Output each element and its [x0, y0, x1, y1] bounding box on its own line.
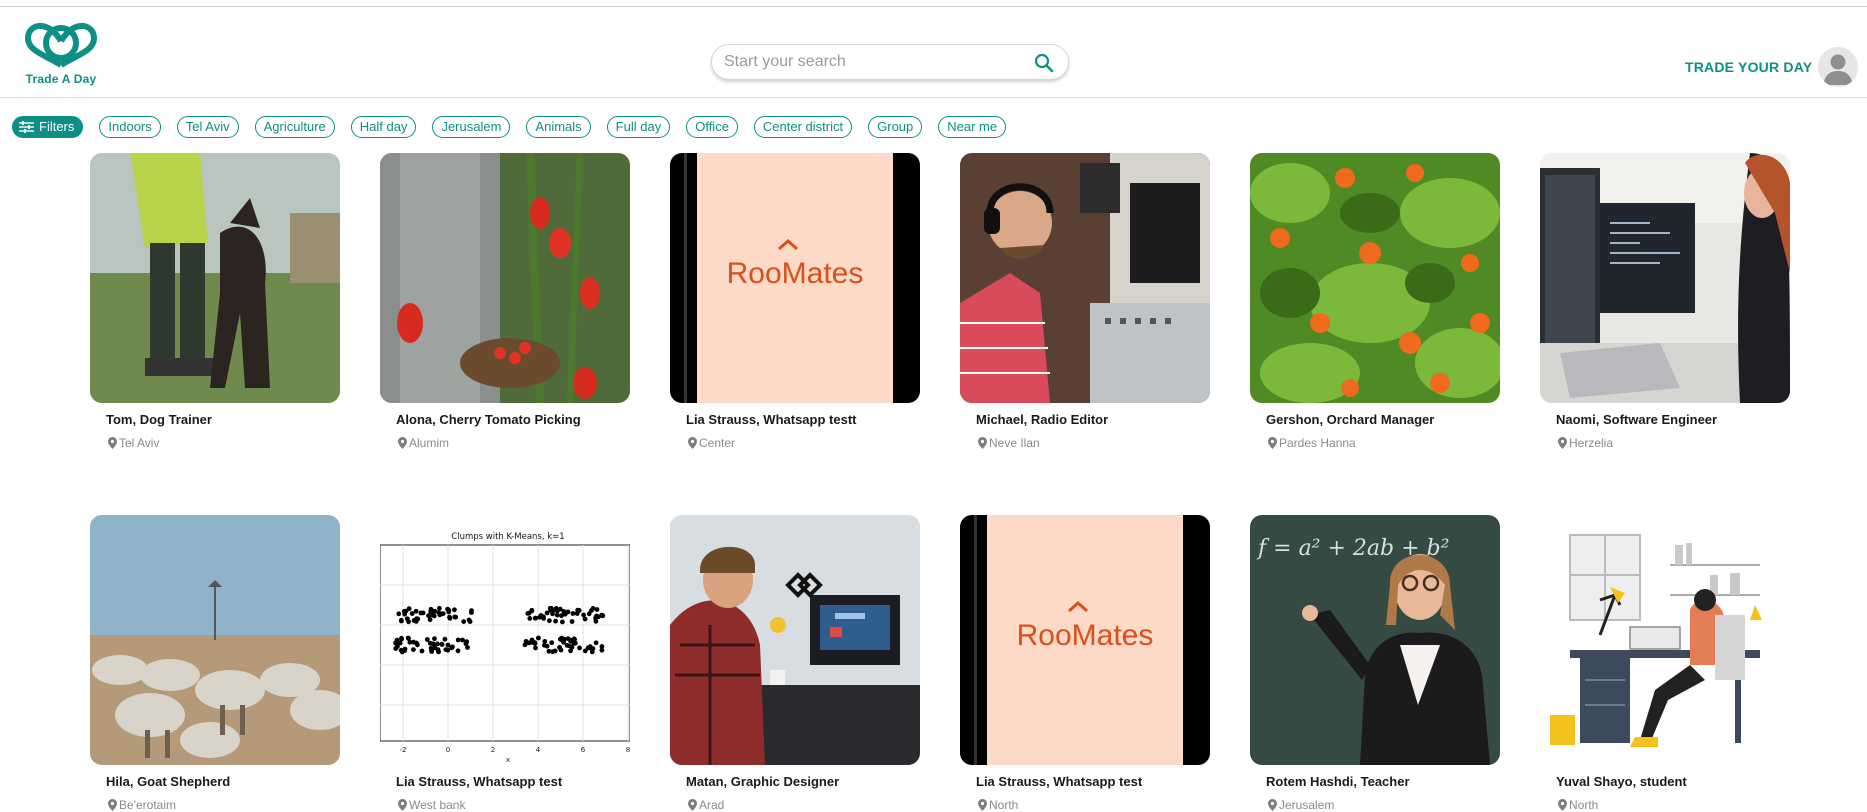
svg-text:4: 4: [536, 746, 541, 754]
user-icon: [1818, 47, 1858, 87]
teacher-photo[interactable]: f = a² + 2ab + b²: [1250, 515, 1500, 765]
listing-location: Pardes Hanna: [1268, 436, 1356, 450]
listing-title[interactable]: Lia Strauss, Whatsapp test: [396, 774, 562, 789]
svg-text:x: x: [506, 756, 510, 764]
svg-text:RooMates: RooMates: [727, 257, 864, 290]
listing-location: West bank: [398, 798, 465, 812]
designer-photo[interactable]: [670, 515, 920, 765]
listing-card[interactable]: Yuval Shayo, student North: [1540, 515, 1790, 812]
office-desk-photo[interactable]: [1540, 153, 1790, 403]
listing-title[interactable]: Lia Strauss, Whatsapp testt: [686, 412, 856, 427]
app-header: Trade A Day TRADE YOUR DAY: [0, 7, 1867, 98]
location-pin-icon: [1558, 437, 1567, 449]
sliders-icon: [19, 121, 34, 133]
listing-location: Arad: [688, 798, 724, 812]
location-pin-icon: [398, 437, 407, 449]
svg-text:RooMates: RooMates: [1017, 619, 1154, 652]
listing-location: Be'erotaim: [108, 798, 176, 812]
svg-text:6: 6: [581, 746, 586, 754]
listing-title[interactable]: Lia Strauss, Whatsapp test: [976, 774, 1142, 789]
listing-location: North: [1558, 798, 1598, 812]
svg-text:-2: -2: [400, 746, 407, 754]
filters-label: Filters: [39, 119, 75, 134]
filter-bar: Filters Indoors Tel Aviv Agriculture Hal…: [12, 115, 1022, 139]
listing-card[interactable]: Michael, Radio Editor Neve Ilan: [960, 153, 1210, 450]
roomates-logo-image[interactable]: RooMates: [670, 153, 920, 403]
chip-full-day[interactable]: Full day: [606, 116, 671, 138]
kmeans-plot-image[interactable]: Clumps with K-Means, k=1 -2 0 2 4 6 8 x: [380, 515, 630, 765]
chip-tel-aviv[interactable]: Tel Aviv: [176, 116, 239, 138]
location-pin-icon: [1268, 437, 1277, 449]
dog-trainer-photo[interactable]: [90, 153, 340, 403]
chip-near-me[interactable]: Near me: [938, 116, 1007, 138]
svg-text:Clumps with K-Means, k=1: Clumps with K-Means, k=1: [451, 532, 564, 542]
listing-location: Jerusalem: [1268, 798, 1334, 812]
location-pin-icon: [688, 799, 697, 811]
listing-card[interactable]: Tom, Dog Trainer Tel Aviv: [90, 153, 340, 450]
svg-text:2: 2: [491, 746, 495, 754]
location-pin-icon: [688, 437, 697, 449]
search-bar[interactable]: [711, 44, 1069, 80]
listing-card[interactable]: Hila, Goat Shepherd Be'erotaim: [90, 515, 340, 812]
listing-title[interactable]: Tom, Dog Trainer: [106, 412, 212, 427]
tomato-photo[interactable]: [380, 153, 630, 403]
location-pin-icon: [1558, 799, 1567, 811]
location-pin-icon: [1268, 799, 1277, 811]
listing-location: Herzelia: [1558, 436, 1613, 450]
listing-title[interactable]: Michael, Radio Editor: [976, 412, 1108, 427]
listing-card[interactable]: RooMates Lia Strauss, Whatsapp testt Cen…: [670, 153, 920, 450]
listing-title[interactable]: Naomi, Software Engineer: [1556, 412, 1717, 427]
search-icon[interactable]: [1034, 53, 1054, 73]
chip-center-district[interactable]: Center district: [753, 116, 853, 138]
logo-text: Trade A Day: [25, 72, 97, 86]
radio-studio-photo[interactable]: [960, 153, 1210, 403]
location-pin-icon: [108, 799, 117, 811]
listing-location: Center: [688, 436, 735, 450]
logo[interactable]: Trade A Day: [18, 21, 104, 93]
roomates-logo-image[interactable]: RooMates: [960, 515, 1210, 765]
location-pin-icon: [108, 437, 117, 449]
listing-title[interactable]: Rotem Hashdi, Teacher: [1266, 774, 1410, 789]
chip-office[interactable]: Office: [686, 116, 738, 138]
chip-jerusalem[interactable]: Jerusalem: [432, 116, 511, 138]
avatar[interactable]: [1818, 47, 1858, 87]
chip-indoors[interactable]: Indoors: [99, 116, 161, 138]
location-pin-icon: [398, 799, 407, 811]
chip-agriculture[interactable]: Agriculture: [254, 116, 335, 138]
listing-card[interactable]: Clumps with K-Means, k=1 -2 0 2 4 6 8 x: [380, 515, 630, 812]
listing-title[interactable]: Yuval Shayo, student: [1556, 774, 1687, 789]
listing-title[interactable]: Alona, Cherry Tomato Picking: [396, 412, 581, 427]
listing-card[interactable]: Matan, Graphic Designer Arad: [670, 515, 920, 812]
listing-location: Alumim: [398, 436, 449, 450]
listing-card[interactable]: Gershon, Orchard Manager Pardes Hanna: [1250, 153, 1500, 450]
svg-text:8: 8: [626, 746, 630, 754]
listing-title[interactable]: Matan, Graphic Designer: [686, 774, 839, 789]
search-input[interactable]: [724, 51, 1014, 73]
logo-icon: [24, 22, 98, 68]
filters-button[interactable]: Filters: [12, 116, 84, 138]
svg-text:0: 0: [446, 746, 450, 754]
listing-card[interactable]: f = a² + 2ab + b² Rotem Hashdi, Teacher …: [1250, 515, 1500, 812]
location-pin-icon: [978, 799, 987, 811]
listing-card[interactable]: RooMates Lia Strauss, Whatsapp test Nort…: [960, 515, 1210, 812]
listing-location: North: [978, 798, 1018, 812]
trade-your-day-link[interactable]: TRADE YOUR DAY: [1685, 59, 1812, 75]
chip-animals[interactable]: Animals: [526, 116, 591, 138]
listing-title[interactable]: Hila, Goat Shepherd: [106, 774, 230, 789]
listing-title[interactable]: Gershon, Orchard Manager: [1266, 412, 1434, 427]
chip-group[interactable]: Group: [868, 116, 923, 138]
sheep-photo[interactable]: [90, 515, 340, 765]
listing-location: Tel Aviv: [108, 436, 159, 450]
listing-card[interactable]: Alona, Cherry Tomato Picking Alumim: [380, 153, 630, 450]
location-pin-icon: [978, 437, 987, 449]
chip-half-day[interactable]: Half day: [350, 116, 417, 138]
listing-location: Neve Ilan: [978, 436, 1040, 450]
orange-tree-photo[interactable]: [1250, 153, 1500, 403]
student-illustration[interactable]: [1540, 515, 1790, 765]
listing-card[interactable]: Naomi, Software Engineer Herzelia: [1540, 153, 1790, 450]
